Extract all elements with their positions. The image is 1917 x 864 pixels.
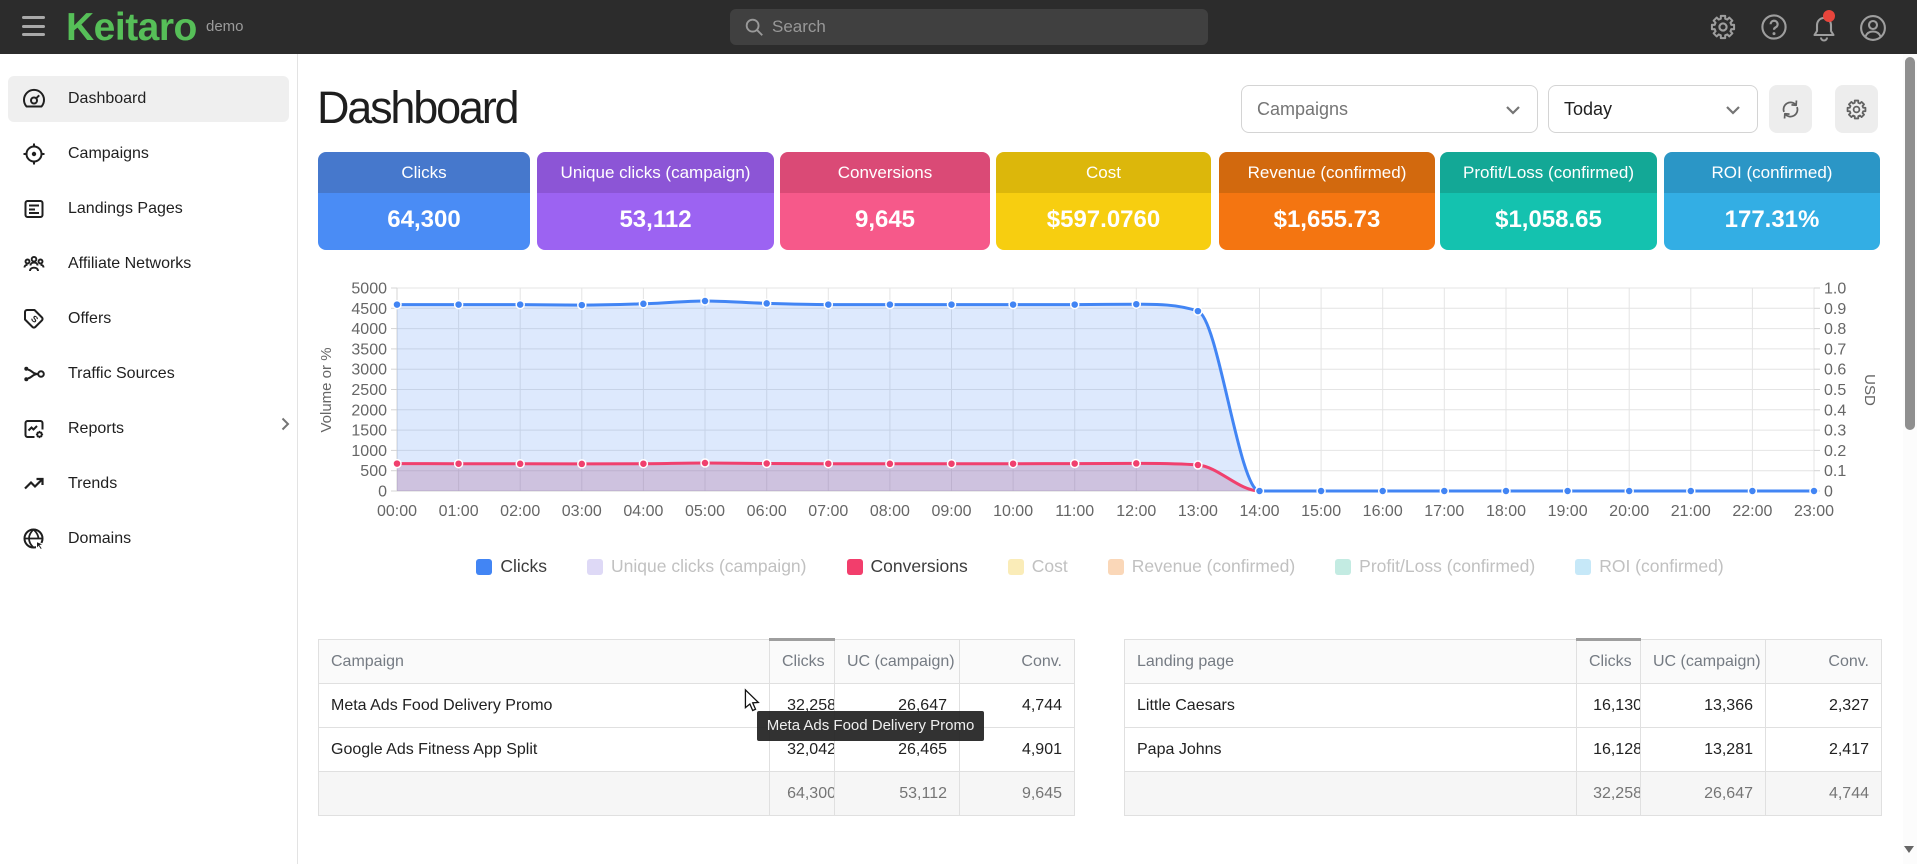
svg-text:2500: 2500 — [351, 382, 387, 399]
svg-text:USD: USD — [1861, 374, 1878, 406]
svg-text:02:00: 02:00 — [500, 503, 540, 520]
svg-text:18:00: 18:00 — [1486, 503, 1526, 520]
svg-text:21:00: 21:00 — [1671, 503, 1711, 520]
svg-text:0.9: 0.9 — [1824, 301, 1846, 318]
svg-text:06:00: 06:00 — [747, 503, 787, 520]
svg-text:07:00: 07:00 — [808, 503, 848, 520]
svg-text:500: 500 — [360, 463, 387, 480]
svg-text:1500: 1500 — [351, 423, 387, 440]
svg-text:0.2: 0.2 — [1824, 443, 1846, 460]
svg-text:0: 0 — [1824, 484, 1833, 501]
svg-text:3500: 3500 — [351, 341, 387, 358]
svg-text:0.8: 0.8 — [1824, 321, 1846, 338]
svg-text:12:00: 12:00 — [1116, 503, 1156, 520]
svg-text:23:00: 23:00 — [1794, 503, 1834, 520]
svg-text:0: 0 — [378, 484, 387, 501]
svg-text:22:00: 22:00 — [1732, 503, 1772, 520]
svg-text:05:00: 05:00 — [685, 503, 725, 520]
svg-text:1.0: 1.0 — [1824, 281, 1846, 298]
svg-text:01:00: 01:00 — [439, 503, 479, 520]
svg-text:0.6: 0.6 — [1824, 362, 1846, 379]
svg-text:0.1: 0.1 — [1824, 463, 1846, 480]
svg-text:00:00: 00:00 — [377, 503, 417, 520]
svg-text:11:00: 11:00 — [1055, 503, 1094, 520]
svg-text:0.5: 0.5 — [1824, 382, 1846, 399]
svg-text:19:00: 19:00 — [1548, 503, 1588, 520]
svg-text:1000: 1000 — [351, 443, 387, 460]
svg-text:2000: 2000 — [351, 402, 387, 419]
svg-text:20:00: 20:00 — [1609, 503, 1649, 520]
svg-text:10:00: 10:00 — [993, 503, 1033, 520]
svg-text:13:00: 13:00 — [1178, 503, 1218, 520]
svg-text:5000: 5000 — [351, 281, 387, 298]
svg-text:0.7: 0.7 — [1824, 341, 1846, 358]
svg-text:14:00: 14:00 — [1239, 503, 1279, 520]
svg-text:0.4: 0.4 — [1824, 402, 1846, 419]
svg-text:17:00: 17:00 — [1424, 503, 1464, 520]
svg-text:3000: 3000 — [351, 362, 387, 379]
svg-text:Volume or %: Volume or % — [318, 347, 335, 432]
svg-text:0.3: 0.3 — [1824, 423, 1846, 440]
svg-text:4500: 4500 — [351, 301, 387, 318]
svg-text:04:00: 04:00 — [623, 503, 663, 520]
svg-text:16:00: 16:00 — [1363, 503, 1403, 520]
svg-text:09:00: 09:00 — [931, 503, 971, 520]
svg-text:08:00: 08:00 — [870, 503, 910, 520]
svg-text:03:00: 03:00 — [562, 503, 602, 520]
svg-text:4000: 4000 — [351, 321, 387, 338]
svg-text:15:00: 15:00 — [1301, 503, 1341, 520]
